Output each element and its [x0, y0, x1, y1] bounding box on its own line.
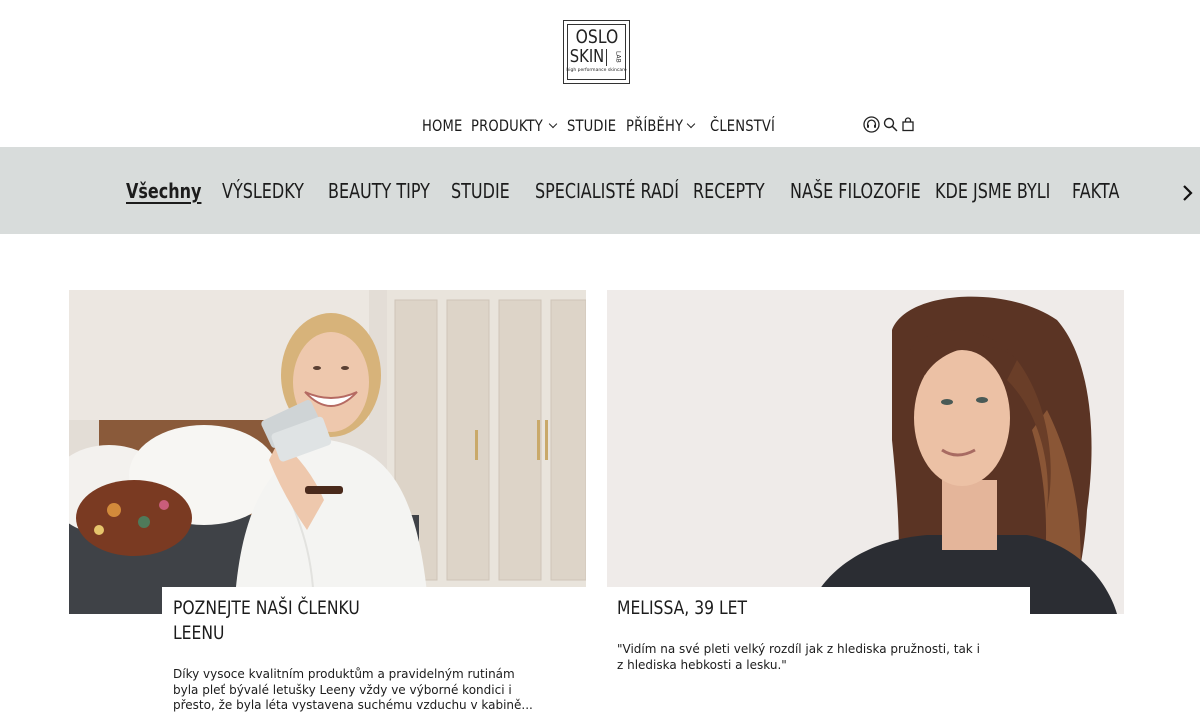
headset-icon[interactable]	[862, 115, 880, 133]
nav-item-label: PRODUKTY	[471, 115, 543, 135]
card-excerpt-line: byla pleť bývalé letušky Leeny vždy ve v…	[173, 682, 512, 697]
logo-tagline: high performance skincare	[566, 68, 627, 73]
chevron-down-icon	[548, 119, 558, 128]
card-title-line: MELISSA, 39 LET	[617, 597, 748, 619]
nav-item-pribehy[interactable]: PŘÍBĚHY	[626, 111, 696, 139]
brand-logo[interactable]: OSLO SKIN LAB high performance skincare	[563, 20, 630, 84]
category-tab-nase-filozofie[interactable]: NAŠE FILOZOFIE	[790, 147, 953, 234]
card-excerpt-line: "Vidím na své pleti velký rozdíl jak z h…	[617, 642, 980, 656]
nav-item-label: ČLENSTVÍ	[710, 115, 776, 135]
card-excerpt: "Vidím na své pleti velký rozdíl jak z h…	[617, 642, 980, 673]
category-tab-studie[interactable]: STUDIE	[451, 147, 525, 234]
logo-lab: LAB	[605, 48, 628, 66]
category-tab-fakta[interactable]: FAKTA	[1072, 147, 1131, 234]
category-tab-kde-jsme-byli[interactable]: KDE JSME BYLI	[935, 147, 1079, 234]
card-title[interactable]: MELISSA, 39 LET	[617, 596, 776, 621]
nav-item-produkty[interactable]: PRODUKTY	[471, 111, 558, 139]
card-image-leena[interactable]	[69, 290, 586, 614]
card-excerpt: Díky vysoce kvalitním produktům a pravid…	[173, 667, 533, 714]
category-tab-vsechny[interactable]: Všechny	[126, 147, 220, 234]
main-navigation: HOME PRODUKTY STUDIE PŘÍBĚHY ČLENSTVÍ	[0, 111, 1200, 139]
logo-line-skin: SKIN	[569, 46, 604, 67]
chevron-right-icon[interactable]	[1178, 183, 1196, 203]
card-content-melissa: MELISSA, 39 LET "Vidím na své pleti velk…	[607, 587, 1030, 687]
card-title[interactable]: POZNEJTE NAŠI ČLENKU LEENU	[173, 596, 401, 646]
card-title-line: POZNEJTE NAŠI ČLENKU	[173, 597, 360, 619]
chevron-down-icon	[686, 119, 696, 128]
category-bar: Všechny VÝSLEDKY BEAUTY TIPY STUDIE SPEC…	[0, 147, 1200, 234]
nav-item-label: PŘÍBĚHY	[626, 115, 684, 135]
card-excerpt-line: Díky vysoce kvalitním produktům a pravid…	[173, 667, 515, 681]
category-tab-beauty-tipy[interactable]: BEAUTY TIPY	[328, 147, 455, 234]
search-icon[interactable]	[881, 115, 899, 133]
card-content-leena: POZNEJTE NAŠI ČLENKU LEENU Díky vysoce k…	[162, 587, 586, 725]
card-excerpt-line: z hlediska hebkosti a lesku."	[617, 657, 787, 672]
cart-icon[interactable]	[899, 115, 917, 133]
nav-item-label: STUDIE	[567, 115, 617, 135]
category-tab-vysledky[interactable]: VÝSLEDKY	[222, 147, 324, 234]
card-excerpt-line: přesto, že byla léta vystavena suchému v…	[173, 698, 533, 712]
card-image-melissa[interactable]	[607, 290, 1124, 614]
nav-item-label: HOME	[422, 115, 463, 135]
card-title-line: LEENU	[173, 622, 225, 644]
nav-item-home[interactable]: HOME	[422, 111, 471, 139]
category-tab-specialiste-radi[interactable]: SPECIALISTÉ RADÍ	[535, 147, 715, 234]
logo-line-oslo: OSLO	[575, 26, 618, 48]
nav-item-clenstvi[interactable]: ČLENSTVÍ	[710, 111, 789, 139]
nav-item-studie[interactable]: STUDIE	[567, 111, 627, 139]
category-tab-recepty[interactable]: RECEPTY	[693, 147, 783, 234]
